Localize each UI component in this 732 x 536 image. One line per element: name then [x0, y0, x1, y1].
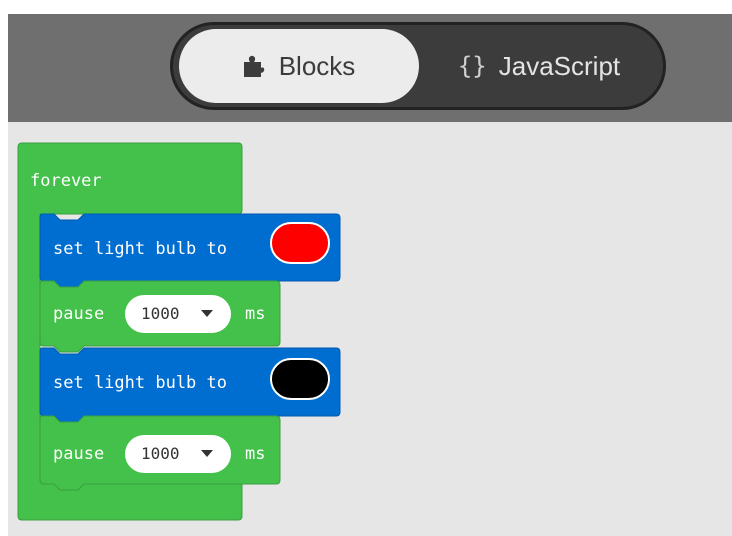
pause-label: pause: [53, 444, 104, 464]
pause-block[interactable]: pause 1000 ms: [39, 415, 281, 491]
pause-label: pause: [53, 304, 104, 324]
blocks-canvas: forever set light bulb to pause 1000 ms: [17, 142, 341, 521]
forever-label: forever: [30, 171, 102, 191]
color-picker-red[interactable]: [270, 222, 330, 264]
curly-braces-icon: {}: [457, 52, 487, 80]
tab-javascript[interactable]: {} JavaScript: [419, 29, 659, 103]
tab-blocks-label: Blocks: [278, 50, 356, 81]
set-light-label: set light bulb to: [53, 373, 227, 393]
set-light-label: set light bulb to: [53, 239, 227, 259]
set-light-bulb-block[interactable]: set light bulb to: [39, 347, 341, 423]
pause-duration-value: 1000: [141, 444, 180, 463]
tab-blocks[interactable]: Blocks: [179, 29, 419, 103]
tab-javascript-label: JavaScript: [498, 50, 621, 81]
editor-mode-toggle: Blocks {} JavaScript: [170, 22, 666, 110]
editor-frame: Blocks {} JavaScript forever set light b…: [8, 14, 732, 536]
puzzle-piece-icon: [243, 54, 265, 78]
pause-unit: ms: [245, 444, 265, 464]
pause-block[interactable]: pause 1000 ms: [39, 280, 281, 353]
set-light-bulb-block[interactable]: set light bulb to: [39, 213, 341, 288]
blocks-workspace[interactable]: forever set light bulb to pause 1000 ms: [8, 122, 732, 536]
editor-toolbar: Blocks {} JavaScript: [8, 14, 732, 122]
color-picker-black[interactable]: [270, 358, 330, 400]
pause-duration-value: 1000: [141, 304, 180, 323]
pause-unit: ms: [245, 304, 265, 324]
